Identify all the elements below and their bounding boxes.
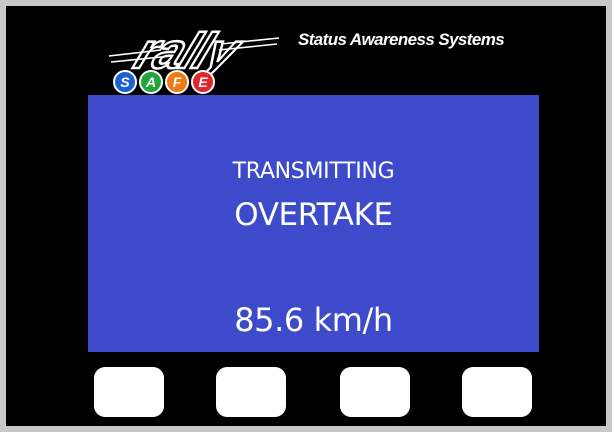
svg-text:A: A — [145, 74, 156, 90]
alert-message: OVERTAKE — [234, 197, 393, 233]
svg-text:F: F — [173, 74, 182, 90]
svg-text:E: E — [198, 74, 208, 90]
badge-f: F — [165, 70, 189, 94]
hardware-button-2[interactable] — [216, 367, 286, 417]
speed-readout: 85.6 km/h — [234, 301, 393, 339]
status-display: TRANSMITTING OVERTAKE 85.6 km/h — [88, 95, 539, 352]
rally-wordmark: rally — [108, 23, 280, 81]
badge-s: S — [113, 70, 137, 94]
rallysafe-device: rally S A F E Status Awareness Systems T… — [6, 6, 606, 426]
badge-a: A — [139, 70, 163, 94]
transmission-status: TRANSMITTING — [232, 159, 395, 184]
hardware-button-4[interactable] — [462, 367, 532, 417]
badge-e: E — [191, 70, 215, 94]
rallysafe-logo: rally S A F E — [108, 23, 280, 94]
hardware-button-1[interactable] — [94, 367, 164, 417]
hardware-button-3[interactable] — [340, 367, 410, 417]
brand-tagline: Status Awareness Systems — [298, 30, 505, 49]
svg-text:S: S — [120, 74, 130, 90]
